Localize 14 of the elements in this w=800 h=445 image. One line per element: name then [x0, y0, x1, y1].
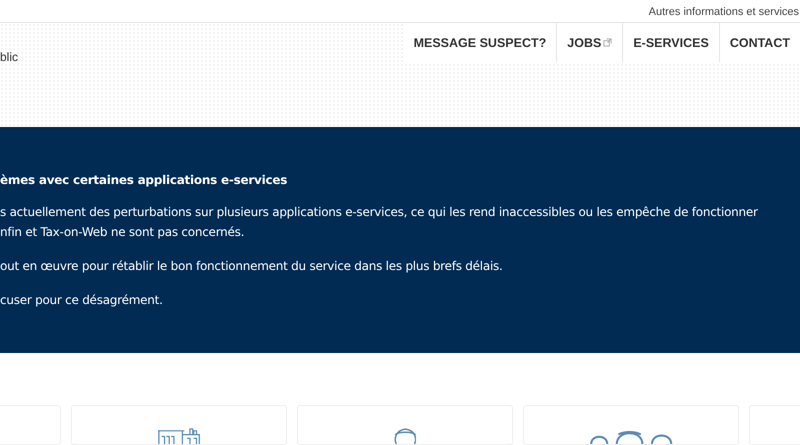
notice-text: out en œuvre pour rétablir le bon fonctionnement du service dans les plus brefs délais.: [0, 258, 504, 275]
notice-text: s actuellement des perturbations sur plusieurs applications e-services, ce qui les rend inaccessibles ou les empêche de fonctionner: [0, 204, 759, 221]
nav-link[interactable]: MESSAGE SUSPECT?: [404, 23, 556, 62]
group-icon: [588, 428, 674, 444]
nav-link[interactable]: CONTACT: [718, 23, 800, 62]
brand-text: blic: [0, 50, 18, 64]
notice-title: èmes avec certaines applications e-services: [0, 173, 288, 187]
top-link[interactable]: Autres informations et services: [648, 4, 799, 18]
external-link-icon: [603, 38, 612, 47]
nav-link[interactable]: E-SERVICES: [622, 23, 719, 62]
notice-text: nfin et Tax-on-Web ne sont pas concernés.: [0, 224, 246, 241]
nav-link[interactable]: JOBS: [556, 23, 622, 62]
building-icon: [157, 428, 201, 444]
notice-text: cuser pour ce désagrément.: [0, 292, 164, 309]
